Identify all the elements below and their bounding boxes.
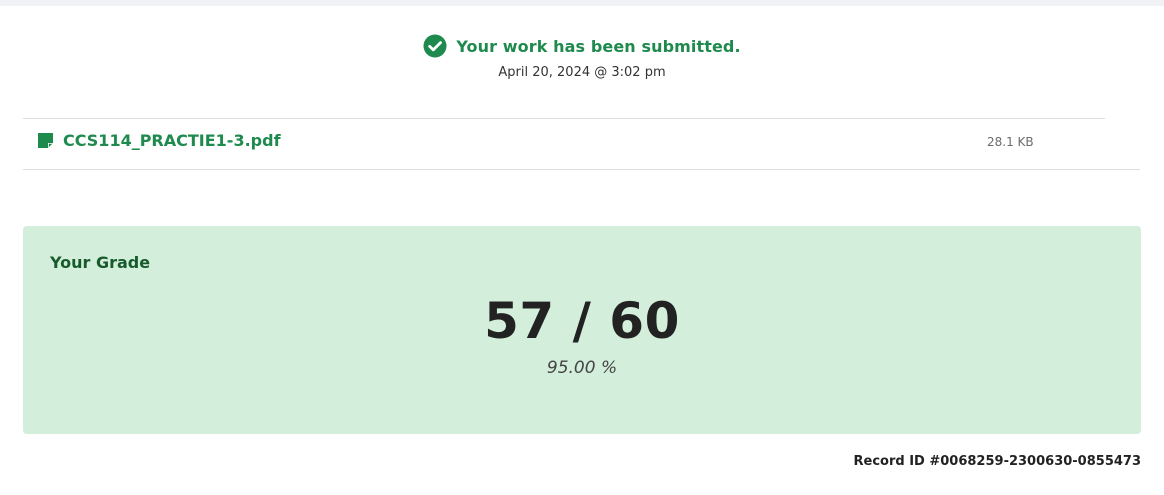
divider <box>23 118 1105 119</box>
grade-percent: 95.00 % <box>546 358 618 378</box>
submission-date: April 20, 2024 @ 3:02 pm <box>498 65 666 80</box>
grade-label: Your Grade <box>50 253 151 272</box>
check-circle-icon <box>423 34 447 58</box>
submission-title: Your work has been submitted. <box>456 36 741 56</box>
submission-status-row: Your work has been submitted. <box>423 34 741 58</box>
submission-status: Your work has been submitted. April 20, … <box>0 34 1164 80</box>
top-strip <box>0 0 1164 6</box>
grade-card: Your Grade 57 / 60 95.00 % <box>23 226 1141 434</box>
attached-file[interactable]: CCS114_PRACTIE1-3.pdf <box>37 131 281 150</box>
file-name-link[interactable]: CCS114_PRACTIE1-3.pdf <box>63 131 281 150</box>
record-id: Record ID #0068259-2300630-0855473 <box>853 454 1142 469</box>
file-icon <box>37 132 54 149</box>
file-size: 28.1 KB <box>987 135 1034 149</box>
grade-score: 57 / 60 <box>484 292 680 350</box>
submission-page: Your work has been submitted. April 20, … <box>0 0 1164 495</box>
divider <box>23 169 1140 170</box>
